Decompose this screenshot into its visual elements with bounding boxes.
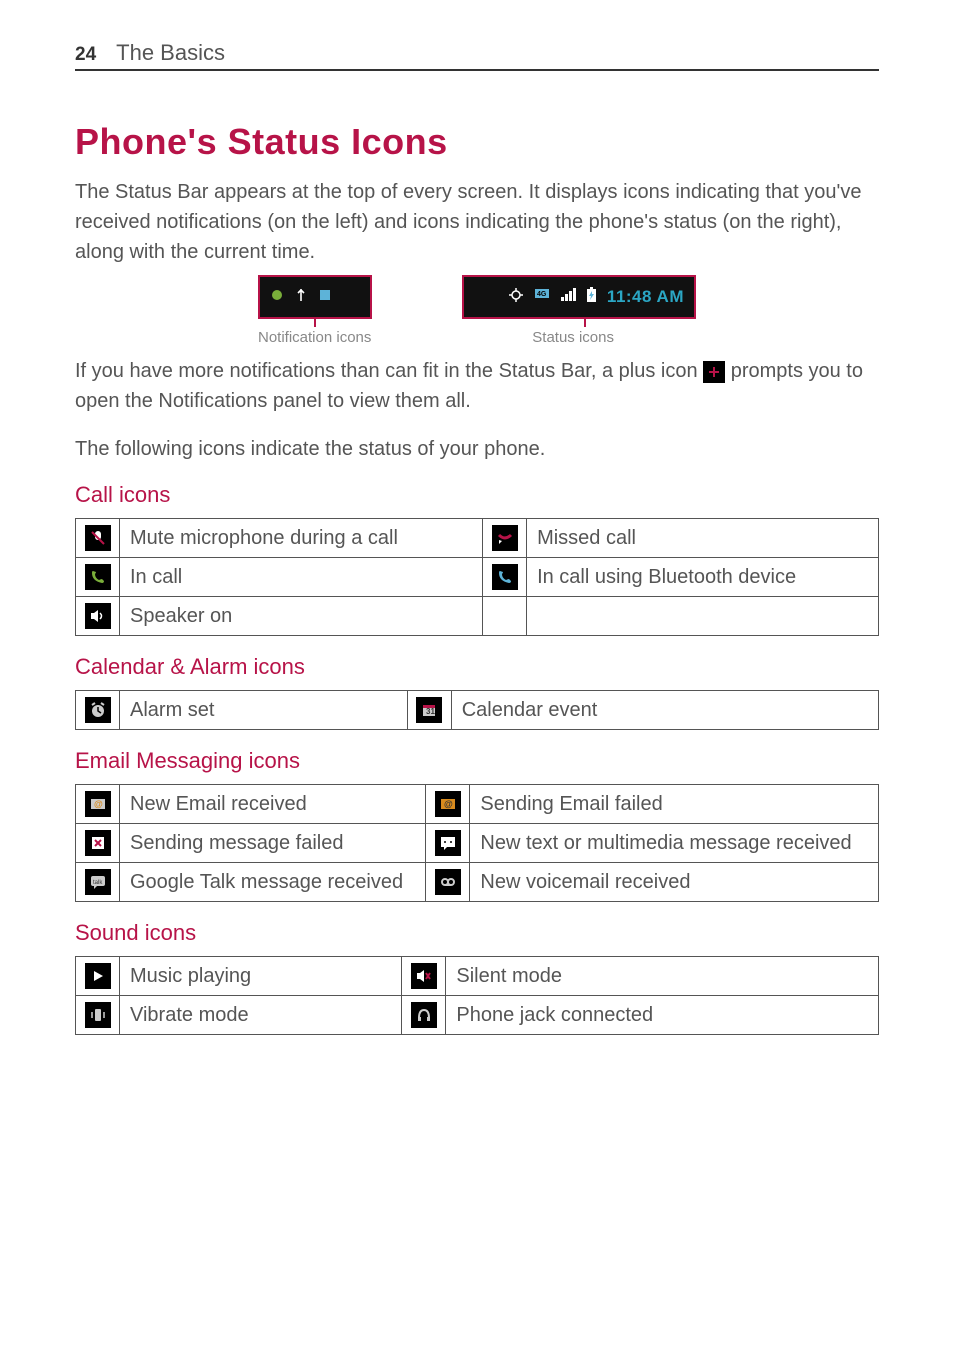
plus-icon: [703, 361, 725, 383]
statusbar-illustration: Notification icons 4G 11:48 AM Status ic…: [75, 275, 879, 346]
missed-call-icon: [492, 525, 518, 551]
following-paragraph: The following icons indicate the status …: [75, 434, 879, 464]
incall-label: In call: [120, 558, 483, 597]
msg-fail-icon: [85, 830, 111, 856]
gtalk-icon: talk: [85, 869, 111, 895]
call-icons-heading: Call icons: [75, 482, 879, 508]
msg-fail-label: Sending message failed: [120, 824, 426, 863]
calendar-alarm-table: Alarm set 31 Calendar event: [75, 690, 879, 730]
calendar-icon: 31: [416, 697, 442, 723]
svg-text:4G: 4G: [537, 291, 547, 298]
speaker-on-icon: [85, 603, 111, 629]
svg-text:@: @: [94, 799, 103, 809]
speaker-label: Speaker on: [120, 597, 483, 636]
page-title: Phone's Status Icons: [75, 121, 879, 163]
statusbar-right-box: 4G 11:48 AM: [464, 277, 694, 317]
usb-icon: [294, 288, 308, 307]
email-messaging-heading: Email Messaging icons: [75, 748, 879, 774]
gps-icon: [508, 287, 524, 308]
mute-label: Mute microphone during a call: [120, 519, 483, 558]
4g-icon: 4G: [534, 287, 550, 308]
notification-icons-label: Notification icons: [258, 329, 371, 346]
page-number: 24: [75, 44, 96, 66]
sound-icons-table: Music playing Silent mode Vibrate mode P…: [75, 956, 879, 1035]
calendar-alarm-heading: Calendar & Alarm icons: [75, 654, 879, 680]
bluetooth-call-icon: [492, 564, 518, 590]
alarm-icon: [85, 697, 111, 723]
headphone-icon: [411, 1002, 437, 1028]
email-fail-icon: @: [435, 791, 461, 817]
in-call-icon: [85, 564, 111, 590]
download-icon: [270, 288, 284, 307]
new-email-icon: @: [85, 791, 111, 817]
alarm-label: Alarm set: [120, 691, 408, 730]
email-messaging-table: @ New Email received @ Sending Email fai…: [75, 784, 879, 902]
call-icons-table: Mute microphone during a call Missed cal…: [75, 518, 879, 636]
email-fail-label: Sending Email failed: [470, 785, 879, 824]
new-mms-icon: [435, 830, 461, 856]
music-label: Music playing: [120, 957, 402, 996]
new-email-label: New Email received: [120, 785, 426, 824]
svg-text:talk: talk: [93, 880, 103, 886]
page-header: 24 The Basics: [75, 40, 879, 71]
statusbar-time: 11:48 AM: [607, 287, 684, 307]
plus-icon-paragraph: If you have more notifications than can …: [75, 356, 879, 416]
missed-label: Missed call: [527, 519, 879, 558]
silent-icon: [411, 963, 437, 989]
mute-mic-icon: [85, 525, 111, 551]
new-mms-label: New text or multimedia message received: [470, 824, 879, 863]
gtalk-label: Google Talk message received: [120, 863, 426, 902]
battery-icon: [586, 287, 597, 308]
signal-icon: [560, 287, 576, 308]
status-icons-label: Status icons: [532, 329, 614, 346]
svg-text:31: 31: [426, 707, 435, 716]
voicemail-label: New voicemail received: [470, 863, 879, 902]
svg-text:@: @: [444, 799, 453, 809]
voicemail-icon: [435, 869, 461, 895]
silent-label: Silent mode: [446, 957, 879, 996]
box-icon: [318, 288, 332, 307]
sound-icons-heading: Sound icons: [75, 920, 879, 946]
calendar-label: Calendar event: [451, 691, 878, 730]
intro-paragraph: The Status Bar appears at the top of eve…: [75, 177, 879, 267]
vibrate-icon: [85, 1002, 111, 1028]
statusbar-left-box: [260, 277, 370, 317]
plus-para-a: If you have more notifications than can …: [75, 360, 703, 382]
bt-label: In call using Bluetooth device: [527, 558, 879, 597]
vibrate-label: Vibrate mode: [120, 996, 402, 1035]
music-icon: [85, 963, 111, 989]
jack-label: Phone jack connected: [446, 996, 879, 1035]
section-title: The Basics: [116, 40, 225, 66]
